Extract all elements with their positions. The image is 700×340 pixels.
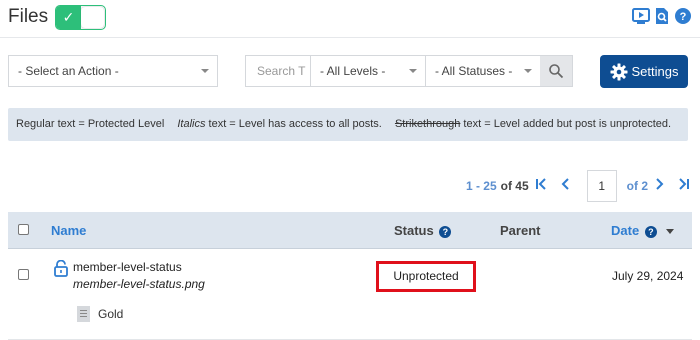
help-icon[interactable]: ? <box>644 225 657 238</box>
check-icon: ✓ <box>56 6 81 29</box>
video-icon[interactable] <box>632 7 650 25</box>
column-header-status: Status ? <box>394 212 452 249</box>
chevron-down-icon <box>201 69 209 73</box>
chevron-down-icon <box>409 69 417 73</box>
next-page-icon[interactable] <box>654 177 664 195</box>
level-name: Gold <box>98 307 124 321</box>
statuses-filter-value: - All Statuses - <box>435 64 513 78</box>
column-header-name[interactable]: Name <box>51 212 86 249</box>
legend-regular: Regular text = Protected Level <box>16 118 165 130</box>
levels-filter-value: - All Levels - <box>320 64 386 78</box>
gear-icon <box>610 63 627 80</box>
search-icon <box>549 64 564 79</box>
legend-strike-word: Strikethrough <box>394 118 461 130</box>
bulk-action-value: - Select an Action - <box>18 64 119 78</box>
settings-label: Settings <box>631 64 679 79</box>
help-icon[interactable]: ? <box>674 7 692 25</box>
document-icon <box>77 306 90 322</box>
statuses-filter-select[interactable]: - All Statuses - <box>426 56 541 86</box>
chevron-down-icon <box>524 69 532 73</box>
first-page-icon[interactable] <box>535 177 549 195</box>
date-header-label: Date <box>611 223 640 238</box>
date-cell: July 29, 2024 <box>612 269 684 283</box>
search-input[interactable]: Search T <box>246 56 311 86</box>
unlocked-padlock-icon <box>54 260 68 277</box>
pagination-total: of 45 <box>500 179 529 193</box>
last-page-icon[interactable] <box>676 177 690 195</box>
levels-filter-select[interactable]: - All Levels - <box>311 56 426 86</box>
status-header-label: Status <box>394 223 434 238</box>
file-filename: member-level-status.png <box>73 277 205 291</box>
column-header-parent: Parent <box>500 223 541 238</box>
page-number-input[interactable]: 1 <box>586 170 617 202</box>
legend-italics-word: Italics <box>177 118 206 130</box>
select-all-checkbox[interactable] <box>18 224 29 235</box>
filter-group: Search T - All Levels - - All Statuses - <box>245 55 573 87</box>
page-title: Files <box>8 6 49 27</box>
row-checkbox[interactable] <box>18 269 29 280</box>
status-badge: Unprotected <box>376 261 476 292</box>
legend-strike-text: text = Level added but post is unprotect… <box>460 118 672 130</box>
previous-page-icon[interactable] <box>561 177 571 195</box>
pagination-range: 1 - 25 <box>465 179 497 193</box>
file-title[interactable]: member-level-status <box>73 260 182 274</box>
table-header: Name Status ? Parent Date ? <box>8 212 692 249</box>
search-button[interactable] <box>540 56 572 86</box>
top-bar: Files ✓ ? <box>0 0 700 38</box>
help-icon[interactable]: ? <box>439 225 452 238</box>
pagination-page-count: of 2 <box>626 179 648 193</box>
legend-bar: Regular text = Protected Level Italics t… <box>8 108 688 141</box>
svg-text:?: ? <box>680 11 687 23</box>
table-row: member-level-status member-level-status.… <box>8 250 692 340</box>
file-search-icon[interactable] <box>653 7 671 25</box>
settings-button[interactable]: Settings <box>600 55 688 88</box>
top-icons: ? <box>632 7 692 25</box>
toggle-knob[interactable] <box>81 7 104 28</box>
bulk-action-select[interactable]: - Select an Action - <box>8 55 218 87</box>
sort-descending-icon[interactable] <box>666 229 674 234</box>
legend-italics-text: text = Level has access to all posts. <box>205 118 382 130</box>
pagination: 1 - 25 of 45 1 of 2 <box>466 170 690 202</box>
protection-toggle[interactable]: ✓ <box>55 5 106 30</box>
column-header-date[interactable]: Date ? <box>611 212 657 249</box>
